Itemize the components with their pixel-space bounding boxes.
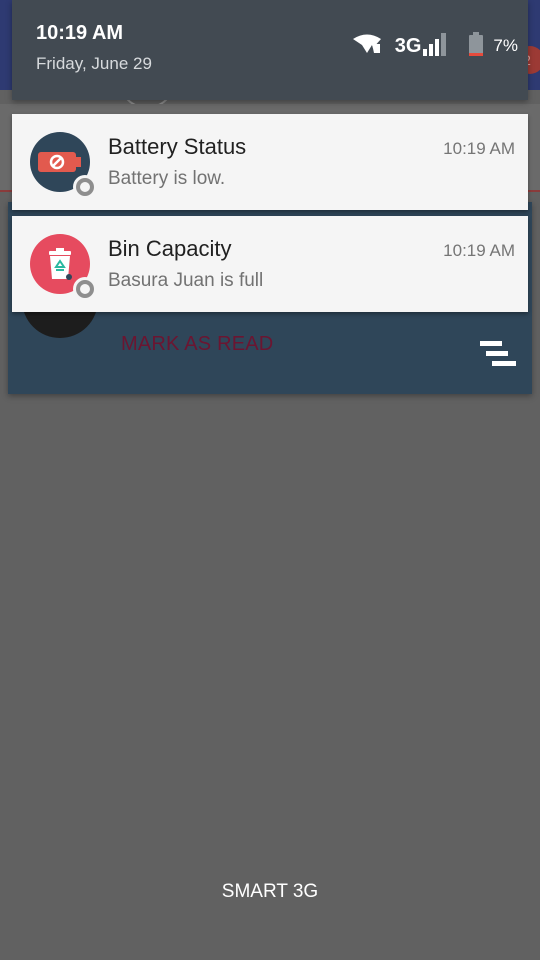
notification-text: Basura Juan is full [108,270,264,291]
battery-icon [469,31,484,61]
carrier-label: SMART 3G [221,881,319,902]
notification-bin-capacity[interactable]: Bin Capacity Basura Juan is full 10:19 A… [12,216,528,312]
app-small-icon [73,277,97,301]
wifi-icon [352,33,381,60]
app-small-icon [73,175,97,199]
notification-battery-status[interactable]: Battery Status Battery is low. 10:19 AM [12,114,528,210]
signal-icon [423,32,449,61]
mark-as-read-button[interactable]: MARK AS READ [121,333,273,356]
notification-title: Battery Status [108,134,247,159]
list-menu-icon[interactable] [478,340,516,368]
notification-text: Battery is low. [108,168,226,189]
network-type: 3G [394,34,422,57]
battery-percentage: 7% [493,36,518,55]
notification-time: 10:19 AM [443,139,515,158]
date-label: Friday, June 29 [36,54,152,73]
notification-time: 10:19 AM [443,241,515,260]
status-icons: 3G 7% [352,31,518,61]
clock-time: 10:19 AM [36,22,124,44]
notification-title: Bin Capacity [108,236,232,261]
notification-shade-header: 10:19 AM Friday, June 29 3G 7% [12,0,528,100]
